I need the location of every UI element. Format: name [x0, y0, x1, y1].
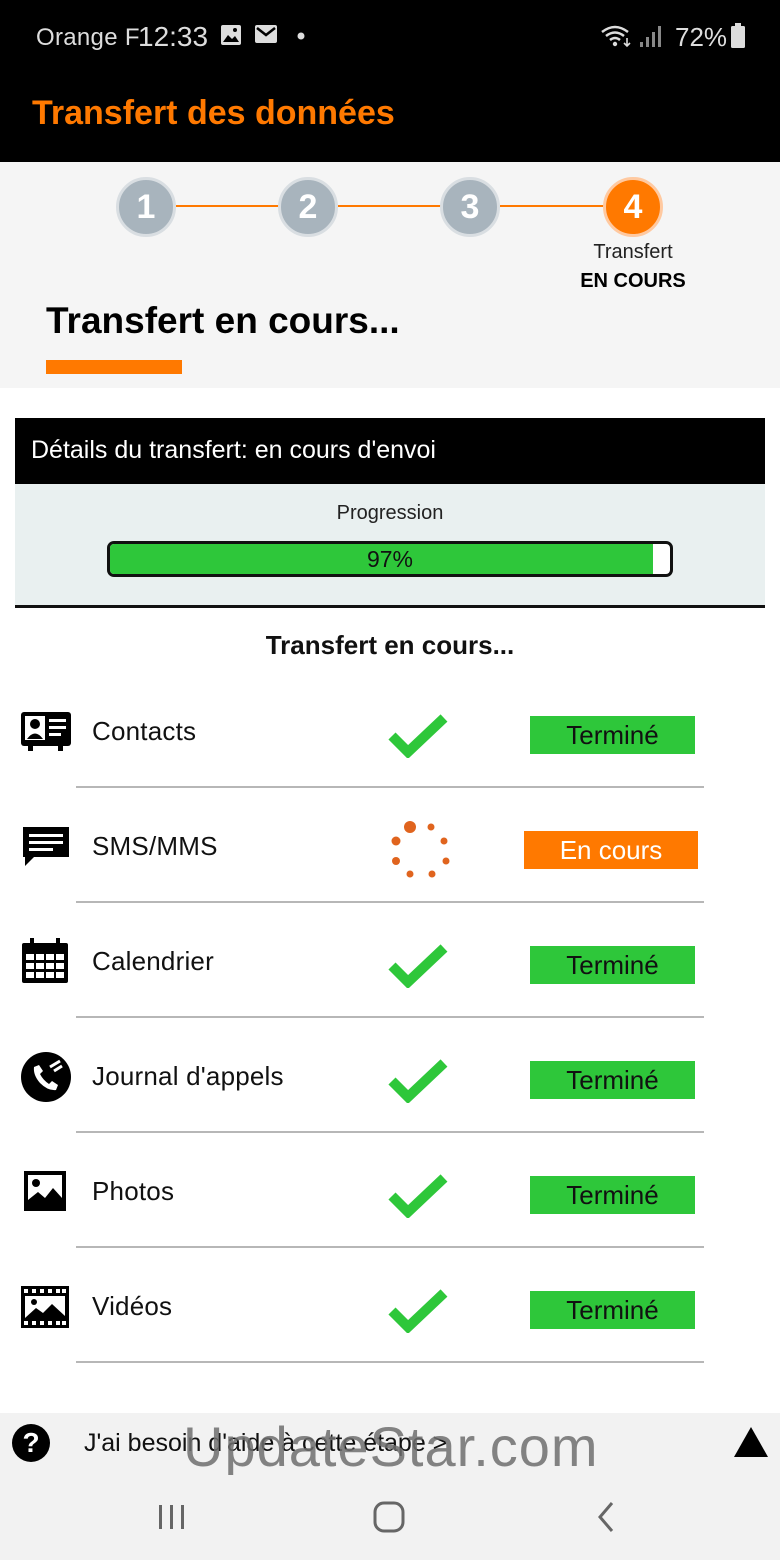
- list-item: Photos Terminé: [0, 1142, 780, 1257]
- list-item-label: Calendrier: [92, 946, 214, 976]
- status-badge: Terminé: [530, 1291, 695, 1329]
- carrier-name: Orange F: [36, 24, 140, 51]
- loading-spinner-icon: [391, 821, 450, 878]
- step-4: 4: [603, 177, 663, 237]
- stepper-area: 1 2 3 4 Transfert EN COURS Transfert en …: [0, 162, 780, 388]
- progress-label: Progression: [336, 502, 444, 524]
- contact-card-icon: [21, 712, 71, 751]
- signal-icon: [640, 26, 661, 47]
- title-underline: [46, 360, 182, 374]
- status-bar: Orange F 12:33 72%: [0, 0, 780, 78]
- image-icon: [221, 25, 241, 45]
- battery-icon: [731, 23, 745, 48]
- list-item-label: Photos: [92, 1176, 175, 1206]
- step-connector: [500, 205, 604, 207]
- help-icon[interactable]: ?: [12, 1424, 50, 1462]
- status-badge: En cours: [524, 831, 698, 869]
- watermark: UpdateStar.com: [183, 1415, 599, 1478]
- message-icon: [23, 827, 69, 866]
- photo-icon: [24, 1171, 66, 1211]
- call-log-icon: [21, 1052, 71, 1102]
- progress-bar: 97%: [107, 541, 673, 577]
- status-badge: Terminé: [530, 716, 695, 754]
- check-icon: [388, 944, 448, 988]
- list-item-label: Contacts: [92, 716, 197, 746]
- list-item: Calendrier Terminé: [0, 912, 780, 1027]
- navigation-bar: [0, 1475, 780, 1560]
- home-icon[interactable]: [372, 1497, 406, 1537]
- back-icon[interactable]: [594, 1497, 620, 1537]
- step-connector: [176, 205, 280, 207]
- list-item-label: Journal d'appels: [92, 1061, 284, 1091]
- step-1: 1: [116, 177, 176, 237]
- calendar-icon: [22, 938, 68, 983]
- check-icon: [388, 1059, 448, 1103]
- step-2: 2: [278, 177, 338, 237]
- page-title: Transfert en cours...: [46, 300, 400, 341]
- check-icon: [388, 1174, 448, 1218]
- progress-percent: 97%: [366, 546, 414, 572]
- details-panel: Progression 97%: [15, 484, 765, 608]
- app-header: Transfert des données: [0, 78, 780, 162]
- dot-icon: [297, 32, 305, 40]
- divider: [76, 1361, 704, 1363]
- list-item: Contacts Terminé: [0, 682, 780, 797]
- clock: 12:33: [138, 21, 209, 52]
- check-icon: [388, 1289, 448, 1333]
- list-item: SMS/MMS En cours: [0, 797, 780, 912]
- divider: [76, 1131, 704, 1133]
- app-title: Transfert des données: [32, 94, 395, 132]
- video-icon: [21, 1286, 69, 1328]
- recent-apps-icon[interactable]: [156, 1497, 188, 1537]
- wifi-icon: [601, 25, 631, 48]
- list-title: Transfert en cours...: [265, 630, 515, 660]
- step-connector: [338, 205, 442, 207]
- divider: [76, 1016, 704, 1018]
- divider: [76, 786, 704, 788]
- list-item-label: Vidéos: [92, 1291, 173, 1321]
- list-item: Journal d'appels Terminé: [0, 1027, 780, 1142]
- step-caption-label: Transfert: [593, 241, 673, 263]
- divider: [76, 1246, 704, 1248]
- mail-icon: [255, 25, 277, 43]
- step-caption-status: EN COURS: [580, 270, 686, 292]
- divider: [76, 901, 704, 903]
- status-badge: Terminé: [530, 1176, 695, 1214]
- list-item-label: SMS/MMS: [92, 831, 218, 861]
- status-badge: Terminé: [530, 946, 695, 984]
- details-header: Détails du transfert: en cours d'envoi: [15, 418, 765, 484]
- check-icon: [388, 714, 448, 758]
- list-item: Vidéos Terminé: [0, 1257, 780, 1372]
- step-caption: Transfert EN COURS: [560, 238, 706, 296]
- status-badge: Terminé: [530, 1061, 695, 1099]
- step-3: 3: [440, 177, 500, 237]
- expand-up-icon[interactable]: [734, 1427, 768, 1457]
- battery-level: 72%: [675, 22, 728, 52]
